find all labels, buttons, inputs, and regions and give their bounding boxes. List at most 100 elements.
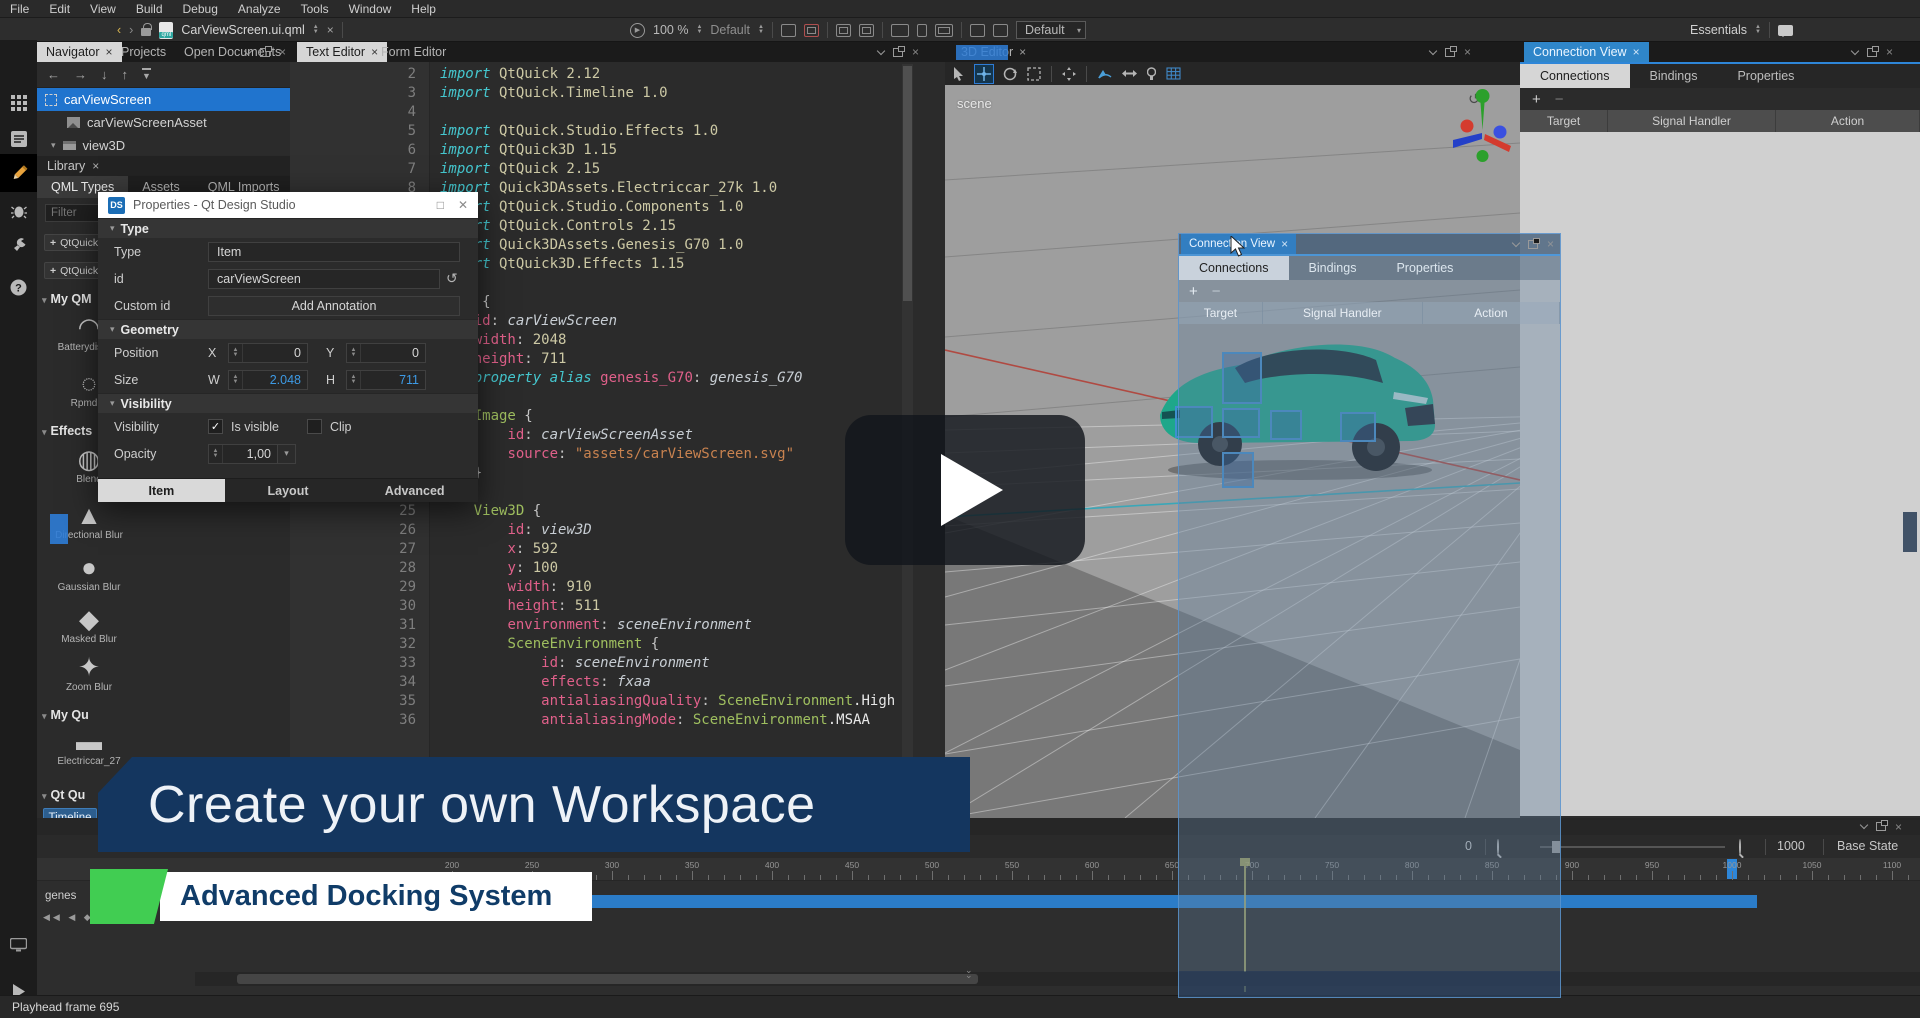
- perspective-select[interactable]: Essentials: [1690, 23, 1747, 37]
- close-icon[interactable]: ×: [912, 45, 919, 59]
- section-geometry[interactable]: ▾Geometry: [98, 319, 478, 339]
- zoom-stepper[interactable]: ▲▼: [696, 25, 702, 35]
- edit-mode-icon[interactable]: [0, 124, 37, 154]
- section-type[interactable]: ▾Type: [98, 218, 478, 238]
- editor-dock-controls[interactable]: ×: [878, 42, 919, 62]
- close-icon[interactable]: ✕: [458, 198, 468, 212]
- tree-item-view3d[interactable]: ▾ view3D: [37, 134, 290, 157]
- close-icon[interactable]: ×: [1464, 45, 1471, 59]
- float-icon[interactable]: [893, 48, 903, 57]
- id-field[interactable]: carViewScreen: [208, 269, 440, 289]
- back-button[interactable]: ‹: [117, 23, 121, 37]
- chevron-down-icon[interactable]: [1429, 46, 1437, 54]
- tab-bindings[interactable]: Bindings: [1289, 256, 1377, 280]
- menu-build[interactable]: Build: [136, 2, 163, 16]
- floating-connection-view[interactable]: Connection View× × Connections Bindings …: [1178, 233, 1561, 998]
- menu-edit[interactable]: Edit: [49, 2, 70, 16]
- tree-item-carviewscreen[interactable]: carViewScreen: [37, 88, 290, 111]
- tools-wrench-icon[interactable]: [0, 230, 37, 260]
- welcome-grid-icon[interactable]: [0, 88, 37, 118]
- tab-item[interactable]: Item: [98, 479, 225, 502]
- scrollbar-thumb[interactable]: [237, 974, 978, 984]
- connection-table-body[interactable]: [1520, 132, 1920, 816]
- move-left-icon[interactable]: ←: [47, 67, 60, 82]
- timeline-zoom-slider[interactable]: [1540, 846, 1725, 848]
- tab-connections[interactable]: Connections: [1179, 256, 1289, 280]
- column-icon[interactable]: [917, 24, 927, 37]
- floating-dock-controls[interactable]: ×: [1513, 234, 1554, 254]
- close-icon[interactable]: ×: [92, 159, 99, 173]
- chevron-down-icon[interactable]: [1512, 238, 1520, 246]
- column-target[interactable]: Target: [1520, 110, 1608, 132]
- tree-item-carviewscreenasset[interactable]: carViewScreenAsset: [37, 111, 290, 134]
- library-item-gaussian-blur[interactable]: ●Gaussian Blur: [45, 552, 133, 593]
- float-icon[interactable]: [1867, 48, 1877, 57]
- float-icon[interactable]: [260, 48, 270, 57]
- tab-connection-view[interactable]: Connection View×: [1524, 42, 1649, 62]
- light-tool-icon[interactable]: [1147, 67, 1156, 81]
- current-file-name[interactable]: CarViewScreen.ui.qml: [181, 23, 304, 37]
- library-item-electriccar_27[interactable]: ▬Electriccar_27: [45, 726, 133, 767]
- tab-layout[interactable]: Layout: [225, 479, 352, 502]
- properties-dialog[interactable]: DS Properties - Qt Design Studio □ ✕ ▾Ty…: [98, 192, 478, 502]
- rotate-window-icon[interactable]: [970, 24, 985, 37]
- opacity-spinbox[interactable]: ▲▼1,00: [208, 444, 278, 464]
- video-play-overlay[interactable]: [845, 415, 1085, 565]
- size-w-spinbox[interactable]: ▲▼2.048: [228, 370, 308, 390]
- timeline-dock-controls[interactable]: ×: [1861, 818, 1902, 835]
- chevron-down-icon[interactable]: [1851, 46, 1859, 54]
- filter-icon[interactable]: ▼: [142, 68, 151, 81]
- orientation-tool-icon[interactable]: [1122, 68, 1137, 79]
- tab-properties[interactable]: Properties: [1376, 256, 1473, 280]
- bounds-icon[interactable]: [836, 24, 851, 37]
- position-y-spinbox[interactable]: ▲▼0: [346, 343, 426, 363]
- reset-id-icon[interactable]: ↺: [446, 270, 458, 287]
- remove-connection-button[interactable]: −: [1555, 91, 1564, 108]
- select-tool-icon[interactable]: [953, 67, 965, 81]
- kit-select[interactable]: Default: [1016, 21, 1086, 39]
- forward-button[interactable]: ›: [129, 23, 133, 37]
- style-stepper[interactable]: ▲▼: [758, 25, 764, 35]
- add-connection-button[interactable]: +: [1532, 91, 1541, 108]
- add-connection-button[interactable]: +: [1189, 283, 1198, 300]
- menu-help[interactable]: Help: [411, 2, 436, 16]
- monitor-icon[interactable]: [0, 930, 37, 960]
- menu-tools[interactable]: Tools: [301, 2, 329, 16]
- grid-layout-icon[interactable]: [935, 24, 953, 37]
- close-icon[interactable]: ×: [1633, 45, 1640, 59]
- close-icon[interactable]: ×: [1547, 237, 1554, 251]
- rotate-tool-icon[interactable]: [1003, 67, 1017, 81]
- timeline-scrollbar[interactable]: [195, 972, 1920, 986]
- maximize-icon[interactable]: □: [437, 198, 444, 212]
- library-section-my-qu[interactable]: ▾My Qu: [42, 708, 132, 722]
- ruler-icon[interactable]: [891, 24, 909, 37]
- clip-checkbox[interactable]: [307, 419, 322, 434]
- zoom-level[interactable]: 100 %: [653, 23, 688, 37]
- clear-icon[interactable]: [993, 24, 1008, 37]
- menu-bar[interactable]: FileEditViewBuildDebugAnalyzeToolsWindow…: [0, 0, 1920, 18]
- close-icon[interactable]: ×: [1886, 45, 1893, 59]
- float-icon[interactable]: [1445, 48, 1455, 57]
- library-item-zoom-blur[interactable]: ✦Zoom Blur: [45, 652, 133, 693]
- camera-tool-icon[interactable]: [1097, 67, 1112, 80]
- zoom-in-icon[interactable]: [1739, 839, 1741, 855]
- export-icon[interactable]: [804, 24, 819, 37]
- debug-bug-icon[interactable]: [0, 196, 37, 226]
- column-target[interactable]: Target: [1179, 302, 1263, 324]
- timeline-section-bar[interactable]: [588, 895, 1757, 908]
- move-up-icon[interactable]: ↑: [122, 67, 129, 82]
- move-down-icon[interactable]: ↓: [101, 67, 108, 82]
- opacity-dropdown-icon[interactable]: ▾: [278, 444, 296, 464]
- file-stepper[interactable]: ▲▼: [313, 25, 319, 35]
- tab-connections[interactable]: Connections: [1520, 64, 1630, 88]
- tab-bindings[interactable]: Bindings: [1630, 64, 1718, 88]
- move-tool-icon[interactable]: [975, 65, 993, 83]
- tab-navigator[interactable]: Navigator×: [37, 42, 122, 62]
- menu-file[interactable]: File: [10, 2, 29, 16]
- scale-tool-icon[interactable]: [1027, 67, 1041, 81]
- style-select[interactable]: Default: [710, 23, 750, 37]
- help-icon[interactable]: ?: [0, 272, 37, 302]
- chevron-down-icon[interactable]: [244, 46, 252, 54]
- 3d-dock-controls[interactable]: ×: [1430, 42, 1471, 62]
- run-button[interactable]: ▶: [630, 23, 645, 38]
